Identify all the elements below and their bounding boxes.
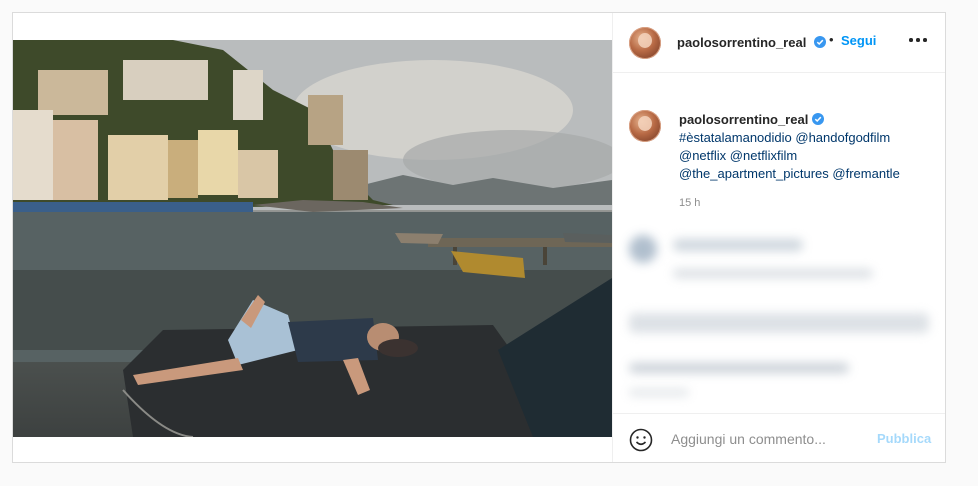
caption-mention-the-apartment-pictures[interactable]: @the_apartment_pictures (679, 166, 829, 181)
instagram-post: paolosorrentino_real • Segui paolosorren… (12, 12, 946, 463)
post-header: paolosorrentino_real • Segui (613, 13, 945, 73)
follow-button[interactable]: Segui (841, 33, 876, 48)
caption-username[interactable]: paolosorrentino_real (679, 112, 808, 127)
emoji-icon[interactable] (629, 428, 653, 452)
publish-button[interactable]: Pubblica (877, 431, 931, 446)
more-options-icon[interactable] (909, 37, 927, 43)
caption-mention-netflix[interactable]: @netflix (679, 148, 726, 163)
blurred-comments-area (613, 217, 946, 412)
author-username[interactable]: paolosorrentino_real (677, 35, 806, 50)
verified-badge-icon (814, 36, 826, 48)
caption-mention-netflixfilm[interactable]: @netflixfilm (730, 148, 797, 163)
caption-text: paolosorrentino_real #èstatalamanodidio … (679, 111, 929, 183)
caption-mention-fremantle[interactable]: @fremantle (832, 166, 899, 181)
post-sidebar: paolosorrentino_real • Segui paolosorren… (612, 13, 945, 462)
comment-input[interactable] (669, 427, 863, 451)
post-photo[interactable] (13, 40, 612, 437)
comment-bar: Pubblica (613, 413, 945, 462)
post-media[interactable] (13, 13, 612, 462)
caption-hashtag[interactable]: #èstatalamanodidio (679, 130, 792, 145)
caption-mention-handofgodfilm[interactable]: @handofgodfilm (795, 130, 890, 145)
author-avatar[interactable] (629, 27, 661, 59)
photo-illustration (13, 40, 612, 437)
caption-avatar[interactable] (629, 110, 661, 142)
header-separator: • (829, 32, 834, 47)
caption-verified-badge-icon (812, 113, 825, 125)
post-timestamp[interactable]: 15 h (679, 197, 700, 209)
